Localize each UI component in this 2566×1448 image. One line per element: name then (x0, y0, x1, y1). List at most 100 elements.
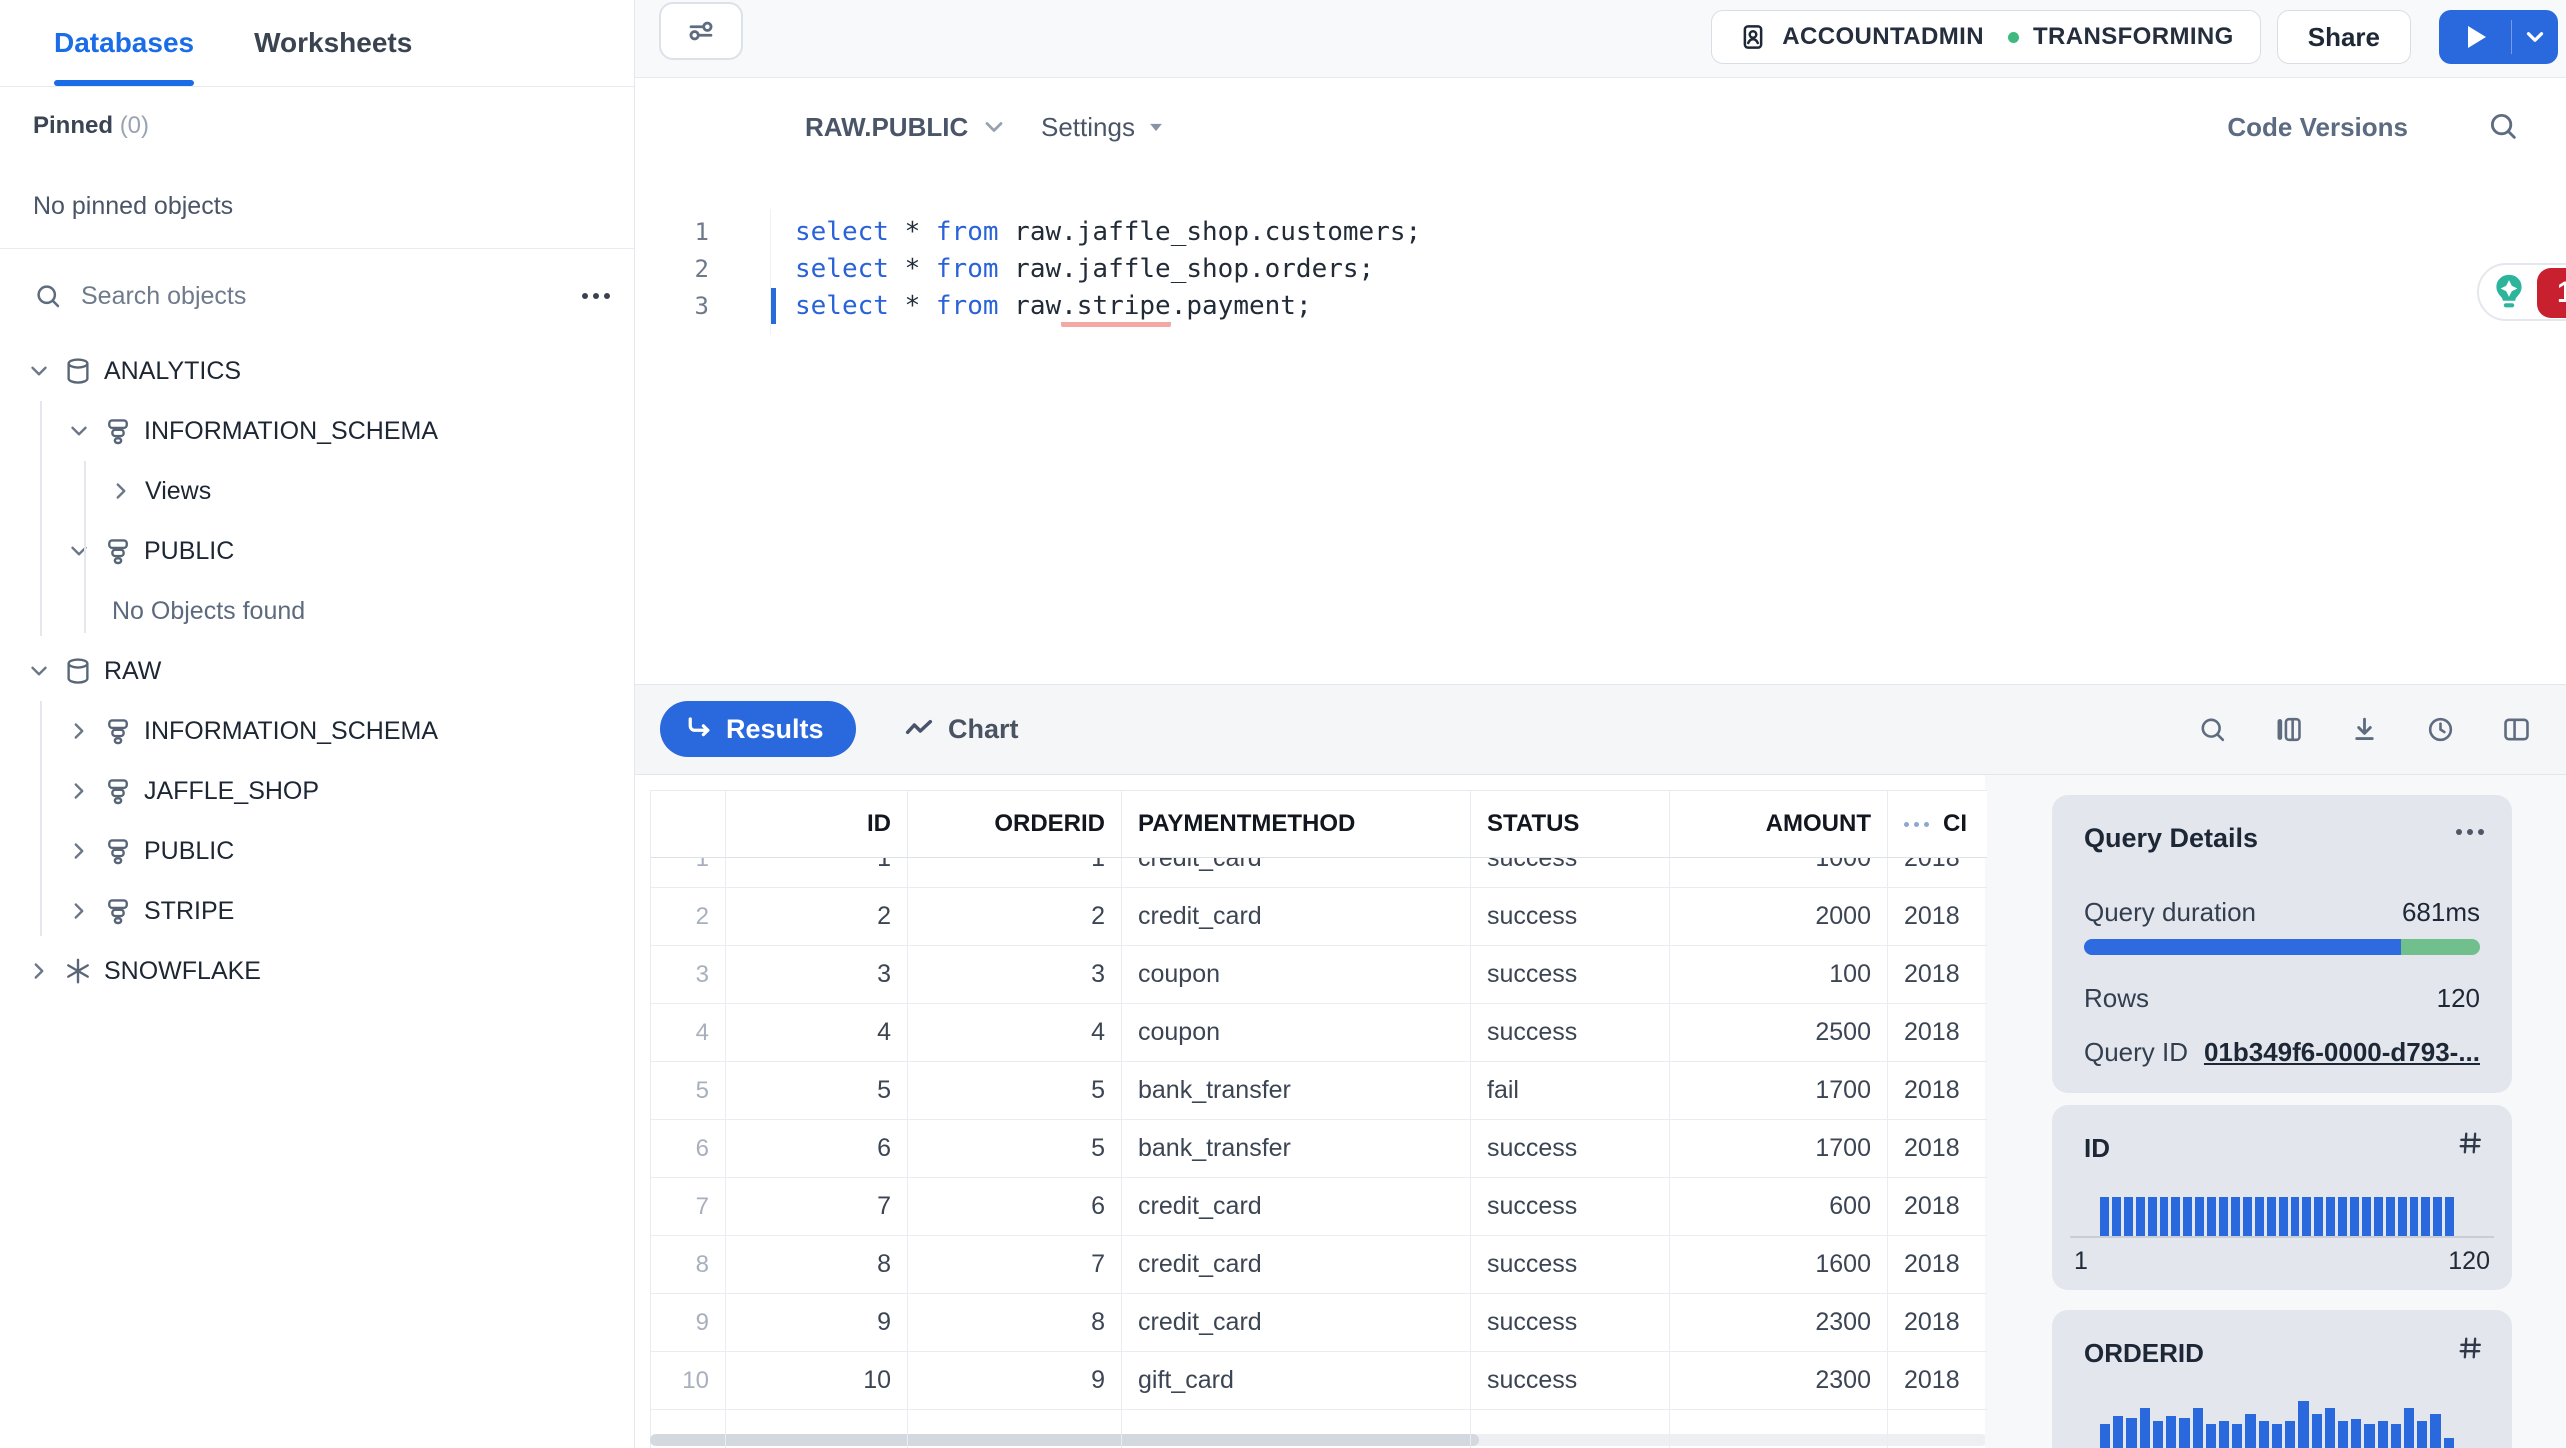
tab-worksheets[interactable]: Worksheets (254, 0, 412, 86)
histogram-bar (2135, 1197, 2145, 1237)
histogram-bar (2242, 1197, 2252, 1237)
column-menu-dots[interactable] (1904, 821, 1929, 827)
tree-item-information-schema[interactable]: INFORMATION_SCHEMA (0, 701, 634, 761)
column-header-amount[interactable]: AMOUNT (1670, 791, 1888, 857)
role-badge-icon (1738, 22, 1768, 52)
table-row[interactable]: 6 6 5 bank_transfer success 1700 2018 (651, 1120, 1987, 1178)
run-button[interactable] (2439, 10, 2511, 64)
column-header-status[interactable]: STATUS (1471, 791, 1670, 857)
tree-item-raw[interactable]: RAW (0, 641, 634, 701)
code-line-1[interactable]: 1 select * from raw.jaffle_shop.customers… (635, 213, 2566, 250)
histogram-bar (2192, 1408, 2203, 1448)
context-selector-button[interactable]: ACCOUNTADMIN TRANSFORMING (1711, 10, 2261, 64)
histogram-bar (2271, 1424, 2283, 1448)
duration-progress-bar (2084, 939, 2480, 955)
table-body: 1 1 1 credit_card success 1000 2018 2 2 2 credit_c… (651, 830, 1987, 1448)
tree-item-jaffle-shop[interactable]: JAFFLE_SHOP (0, 761, 634, 821)
tab-chart[interactable]: Chart (903, 701, 1019, 757)
tree-guide (84, 461, 86, 633)
chevron-right-icon[interactable] (26, 958, 52, 984)
table-row[interactable]: 8 8 7 credit_card success 1600 2018 (651, 1236, 1987, 1294)
histogram-bar (2361, 1197, 2371, 1237)
pinned-empty-text: No pinned objects (33, 192, 234, 220)
table-cell: bank_transfer (1122, 1062, 1471, 1119)
histogram-bar (2205, 1424, 2216, 1448)
chevron-right-icon[interactable] (66, 838, 92, 864)
warehouse-name: TRANSFORMING (2032, 23, 2234, 50)
table-row[interactable]: 4 4 4 coupon success 2500 2018 (651, 1004, 1987, 1062)
database-context-dropdown[interactable]: RAW.PUBLIC (805, 105, 1008, 149)
histogram-bar (2385, 1197, 2395, 1237)
tree-item-snowflake[interactable]: SNOWFLAKE (0, 941, 634, 1001)
code-area[interactable]: 1 select * from raw.jaffle_shop.customers… (635, 213, 2566, 327)
split-panel-icon[interactable] (2501, 714, 2532, 745)
row-number: 3 (651, 946, 726, 1003)
column-header-paymentmethod[interactable]: PAYMENTMETHOD (1122, 791, 1471, 857)
table-row[interactable]: 3 3 3 coupon success 100 2018 (651, 946, 1987, 1004)
tree-item-public[interactable]: PUBLIC (0, 821, 634, 881)
table-cell: success (1471, 1352, 1670, 1409)
table-row[interactable]: 10 10 9 gift_card success 2300 2018 (651, 1352, 1987, 1410)
download-icon[interactable] (2349, 714, 2380, 745)
run-options-button[interactable] (2512, 10, 2558, 64)
table-cell: 10 (726, 1352, 908, 1409)
share-button[interactable]: Share (2276, 10, 2411, 64)
duration-label: Query duration (2084, 897, 2256, 927)
tree-item-information-schema[interactable]: INFORMATION_SCHEMA (0, 401, 634, 461)
table-row[interactable]: 5 5 5 bank_transfer fail 1700 2018 (651, 1062, 1987, 1120)
histogram-bar (2232, 1424, 2243, 1448)
schema-icon (103, 416, 133, 446)
column-header-label: ID (867, 810, 891, 837)
chevron-down-icon (980, 113, 1008, 141)
code-line-2[interactable]: 2 select * from raw.jaffle_shop.orders; (635, 250, 2566, 287)
results-body: ID ORDERID PAYMENTMETHOD STATUS AMOUNT CI 111… (635, 775, 2566, 1448)
sql-editor[interactable]: 1 select * from raw.jaffle_shop.customers… (635, 175, 2566, 683)
columns-icon[interactable] (2273, 714, 2304, 745)
worksheet-options-button[interactable] (659, 2, 743, 60)
column-header-id[interactable]: ID (726, 791, 908, 857)
row-number: 5 (651, 1062, 726, 1119)
tab-results[interactable]: Results (660, 701, 856, 757)
chevron-right-icon[interactable] (66, 898, 92, 924)
sidebar-more-menu[interactable] (582, 293, 610, 299)
column-header-ci[interactable]: CI (1888, 791, 1987, 857)
table-cell: credit_card (1122, 1178, 1471, 1235)
histogram-bar (2314, 1197, 2324, 1237)
database-icon (63, 356, 93, 386)
table-cell: 8 (726, 1236, 908, 1293)
column-header-label: CI (1943, 810, 1967, 837)
tree-item-analytics[interactable]: ANALYTICS (0, 341, 634, 401)
tab-databases[interactable]: Databases (54, 0, 195, 86)
chevron-right-icon[interactable] (108, 478, 134, 504)
code-versions-button[interactable]: Code Versions (2227, 105, 2408, 149)
query-details-menu[interactable] (2456, 829, 2484, 835)
editor-search-icon[interactable] (2486, 109, 2520, 143)
search-objects-input[interactable] (79, 280, 566, 312)
table-cell: 2018 (1888, 1236, 1987, 1293)
table-row[interactable] (651, 1410, 1987, 1448)
chevron-down-icon[interactable] (26, 658, 52, 684)
copilot-suggestion-pill[interactable]: 1 (2477, 263, 2566, 321)
query-id-link[interactable]: 01b349f6-0000-d793-... (2204, 1037, 2480, 1068)
column-header-orderid[interactable]: ORDERID (908, 791, 1122, 857)
table-row[interactable]: 2 2 2 credit_card success 2000 2018 (651, 888, 1987, 946)
chevron-down-icon[interactable] (66, 538, 92, 564)
table-cell: 100 (1670, 946, 1888, 1003)
table-row[interactable]: 9 9 8 credit_card success 2300 2018 (651, 1294, 1987, 1352)
chevron-right-icon[interactable] (66, 778, 92, 804)
history-clock-icon[interactable] (2425, 714, 2456, 745)
results-actions (2197, 701, 2532, 757)
histogram-bar (2326, 1197, 2336, 1237)
tree-item-stripe[interactable]: STRIPE (0, 881, 634, 941)
chevron-down-icon[interactable] (66, 418, 92, 444)
tree-item-views[interactable]: Views (0, 461, 634, 521)
search-results-icon[interactable] (2197, 714, 2228, 745)
table-cell (726, 1410, 908, 1448)
tree-item-label: PUBLIC (144, 536, 235, 565)
table-row[interactable]: 7 7 6 credit_card success 600 2018 (651, 1178, 1987, 1236)
settings-dropdown[interactable]: Settings (1041, 105, 1165, 149)
chevron-right-icon[interactable] (66, 718, 92, 744)
code-line-3[interactable]: 3 select * from raw.stripe.payment; (635, 287, 2566, 327)
tree-item-public[interactable]: PUBLIC (0, 521, 634, 581)
chevron-down-icon[interactable] (26, 358, 52, 384)
